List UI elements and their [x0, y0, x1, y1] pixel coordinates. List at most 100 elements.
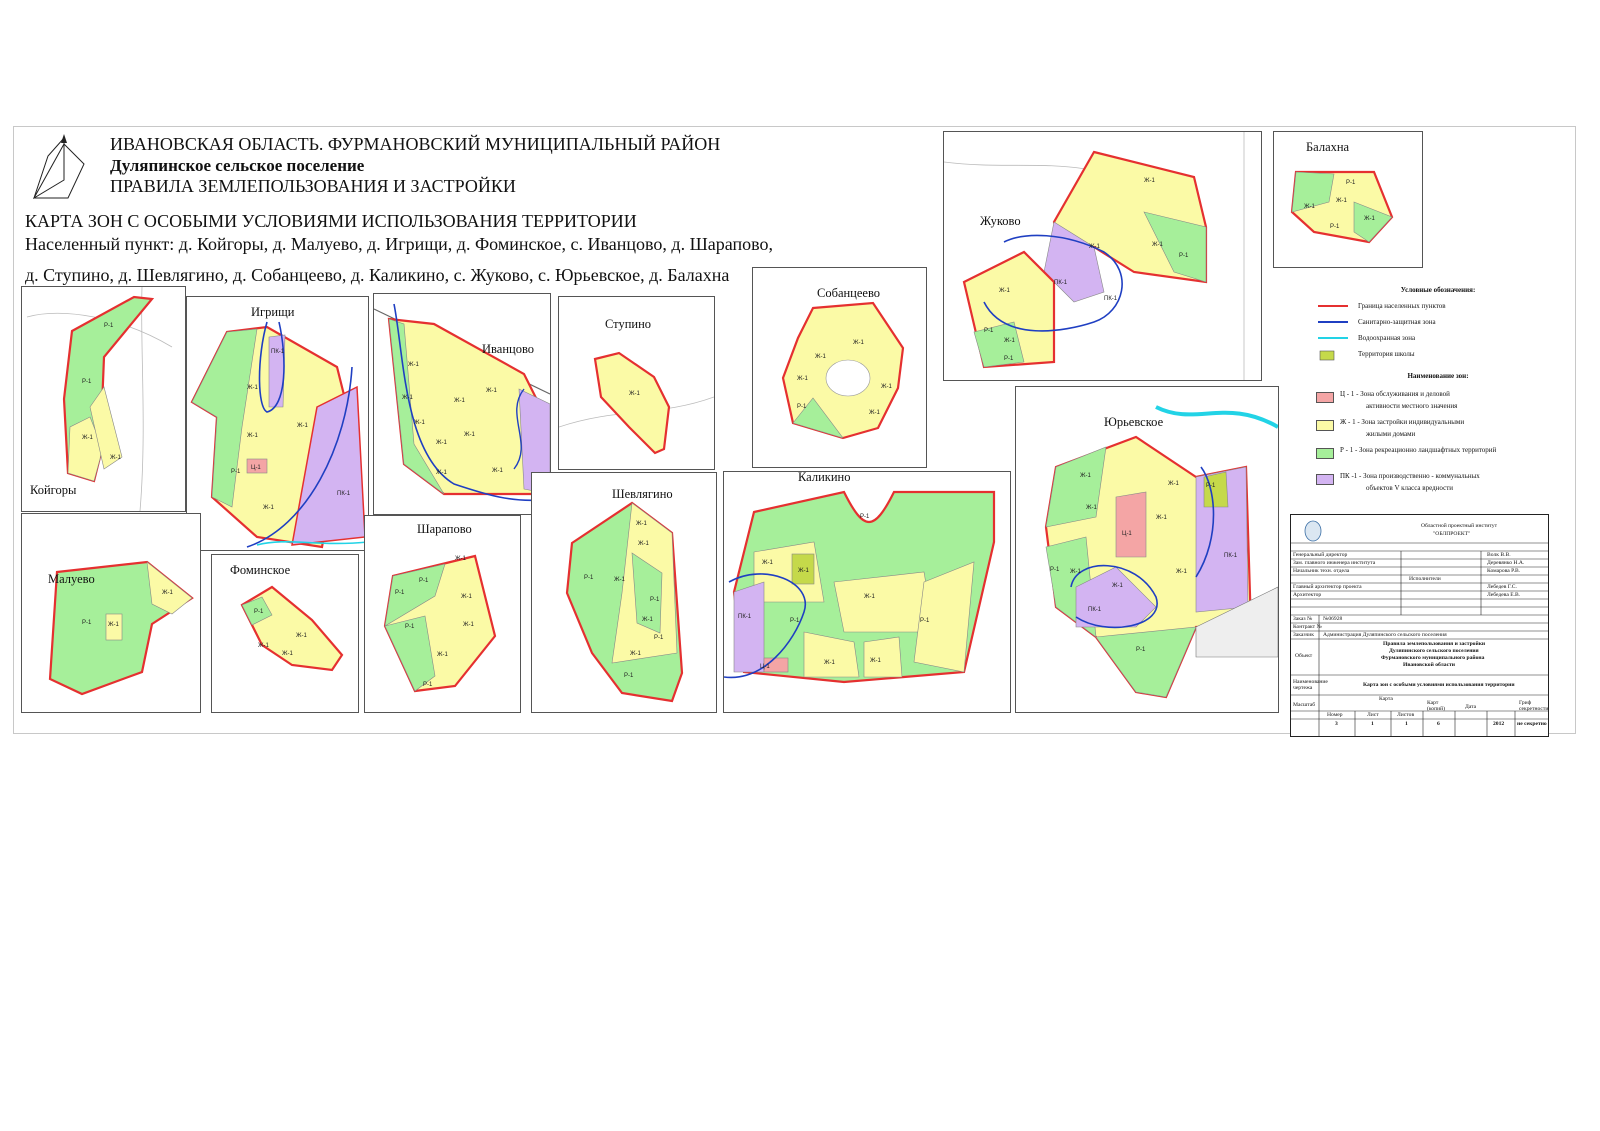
zone-label: Р-1 — [1004, 356, 1014, 362]
stamp-drawing-label: Наименование чертежа — [1293, 679, 1328, 691]
panel-ivantsovo: Ж-1 Ж-1 Ж-1 Ж-1 Ж-1 Ж-1 Ж-1 Ж-1 Ж-1 Иванцово — [373, 293, 551, 515]
stamp-col: Гриф секретности — [1519, 700, 1549, 712]
zone-label: Ж-1 — [630, 651, 642, 657]
zone-label: Р-1 — [419, 578, 429, 584]
legend-zone-r-line1: Р - 1 - Зона рекреационно ландшафтных те… — [1340, 446, 1497, 454]
zone-label: Р-1 — [405, 624, 415, 630]
zone-label: Ж-1 — [1304, 204, 1316, 210]
zone-label: Ж-1 — [864, 594, 876, 600]
zone-label: Ж-1 — [414, 420, 426, 426]
stamp-value: не секретно — [1517, 721, 1547, 727]
legend-item-sanitary: Санитарно-защитная зона — [1358, 318, 1436, 326]
zone-label: Ж-1 — [402, 395, 414, 401]
stamp-value: 2012 — [1493, 721, 1505, 727]
zone-label: Ж-1 — [408, 362, 420, 368]
panel-stupino: Ж-1 Ступино — [558, 296, 715, 470]
zone-label: Ж-1 — [436, 470, 448, 476]
zone-label: Р-1 — [584, 575, 594, 581]
stamp-col: Номер — [1327, 712, 1343, 718]
zone-label: ПК-1 — [1088, 607, 1102, 613]
settlements-list-line1: Населенный пункт: д. Койгоры, д. Малуево… — [25, 234, 773, 254]
zone-label: Ж-1 — [642, 617, 654, 623]
title-block-grid — [1291, 520, 1548, 736]
panel-title-ivantsovo: Иванцово — [482, 342, 535, 356]
zone-label: Р-1 — [1330, 224, 1340, 230]
zone-label: Ж-1 — [638, 541, 650, 547]
zone-label: ПК-1 — [1224, 553, 1238, 559]
legend-item-boundary: Граница населенных пунктов — [1358, 302, 1446, 310]
zone-label: Ж-1 — [461, 594, 473, 600]
legend-zone-pk-line1: ПК -1 - Зона производственно - коммуналь… — [1340, 472, 1480, 480]
stamp-role: Зам. главного инженера института — [1293, 560, 1376, 566]
stamp-karta-header: Карта — [1379, 696, 1393, 702]
stamp-org1: Областной проектный институт — [1421, 523, 1498, 529]
legend-zone-zh-line2: жилыми домами — [1366, 430, 1416, 438]
panel-title-sobantseevo: Собанцеево — [817, 286, 881, 300]
zone-label: Ж-1 — [263, 505, 275, 511]
legend-swatch-r — [1316, 448, 1334, 459]
zone-label: Ж-1 — [463, 622, 475, 628]
zone-label: Ж-1 — [297, 423, 309, 429]
panel-title-kalikino: Каликино — [798, 471, 851, 484]
zone-label: Ж-1 — [881, 384, 893, 390]
stamp-contract-label: Контракт № — [1293, 624, 1322, 630]
stamp-value: 6 — [1437, 721, 1440, 727]
settlements-list-line2: д. Ступино, д. Шевлягино, д. Собанцеево,… — [25, 265, 730, 285]
legend-zone-pk-line2: объектов V класса вредности — [1366, 484, 1453, 492]
stamp-object-label: Объект — [1295, 653, 1313, 659]
zone-label: Ж-1 — [282, 651, 294, 657]
zone-label: Ж-1 — [258, 643, 270, 649]
panel-title-shevlyagino: Шевлягино — [612, 487, 673, 501]
panel-title-igrishchi: Игрищи — [251, 305, 295, 319]
stamp-customer-value: Администрация Дуляпинского сельского пос… — [1323, 632, 1447, 638]
panel-title-balakhna: Балахна — [1306, 140, 1350, 154]
stamp-role: Начальник техн. отдела — [1293, 568, 1350, 574]
legend-lines — [1318, 305, 1348, 361]
zone-label: Р-1 — [395, 590, 405, 596]
zone-label: Ж-1 — [110, 455, 122, 461]
zone-label: Ж-1 — [815, 354, 827, 360]
zone-label: Ж-1 — [1080, 473, 1092, 479]
legend-title: Условные обозначения: — [1400, 286, 1476, 294]
zone-label: ПК-1 — [1104, 296, 1118, 302]
zone-label: Р-1 — [984, 328, 994, 334]
panel-maluevo: Ж-1 Р-1 Ж-1 Малуево — [21, 513, 201, 713]
institute-logo-icon — [1304, 520, 1322, 542]
legend-zones-title: Наименование зон: — [1407, 372, 1469, 380]
panel-igrishchi: ПК-1 Ж-1 Ж-1 Ж-1 Ц-1 Р-1 ПК-1 Ж-1 Игрищи — [186, 296, 369, 551]
zone-label: Ж-1 — [636, 521, 648, 527]
panel-kalikino: Р-1 Ж-1 Ж-1 Ж-1 Р-1 ПК-1 Р-1 Ж-1 Ж-1 Ц-1 Каликино — [723, 471, 1011, 713]
zone-label: Ж-1 — [1144, 178, 1156, 184]
zone-label: Ж-1 — [870, 658, 882, 664]
legend-swatch-zh — [1316, 420, 1334, 431]
zone-label: Ж-1 — [1086, 505, 1098, 511]
legend-swatch-pk — [1316, 474, 1334, 485]
panel-title-yurievskoe: Юрьевское — [1104, 415, 1164, 429]
zone-label: Ж-1 — [798, 568, 810, 574]
stamp-value: 3 — [1335, 721, 1338, 727]
legend-item-water: Водоохранная зона — [1358, 334, 1416, 342]
stamp-col: Листов — [1397, 712, 1415, 718]
zone-label: Р-1 — [797, 404, 807, 410]
stamp-order-label: Заказ № — [1293, 616, 1313, 622]
legend-zone-ts-line2: активности местного значения — [1366, 402, 1458, 410]
stamp-role: Генеральный директор — [1293, 552, 1348, 558]
zone-label: Ж-1 — [1112, 583, 1124, 589]
zone-label: Ж-1 — [869, 410, 881, 416]
zone-label: Ц-1 — [251, 465, 261, 471]
zone-label: Р-1 — [1179, 253, 1189, 259]
zone-label: Ж-1 — [436, 440, 448, 446]
stamp-name: Комарова Р.В. — [1487, 568, 1521, 574]
panel-sharapovo: Ж-1 Р-1 Р-1 Ж-1 Р-1 Ж-1 Ж-1 Р-1 Шарапово — [364, 515, 521, 713]
zone-label: Ж-1 — [464, 432, 476, 438]
panel-title-koygory: Койгоры — [30, 483, 77, 497]
zone-label: ПК-1 — [1054, 280, 1068, 286]
zone-label: ПК-1 — [337, 491, 351, 497]
stamp-role: Главный архитектор проекта — [1293, 584, 1362, 590]
zone-label: Ж-1 — [455, 556, 467, 562]
title-block: Областной проектный институт "ОБЛПРОЕКТ"… — [1290, 514, 1549, 737]
stamp-name: Деревянко Н.А. — [1487, 560, 1525, 566]
stamp-org2: "ОБЛПРОЕКТ" — [1433, 531, 1471, 537]
stamp-object-line: Фурмановского муниципального района — [1381, 655, 1485, 661]
north-arrow-icon — [33, 134, 85, 200]
